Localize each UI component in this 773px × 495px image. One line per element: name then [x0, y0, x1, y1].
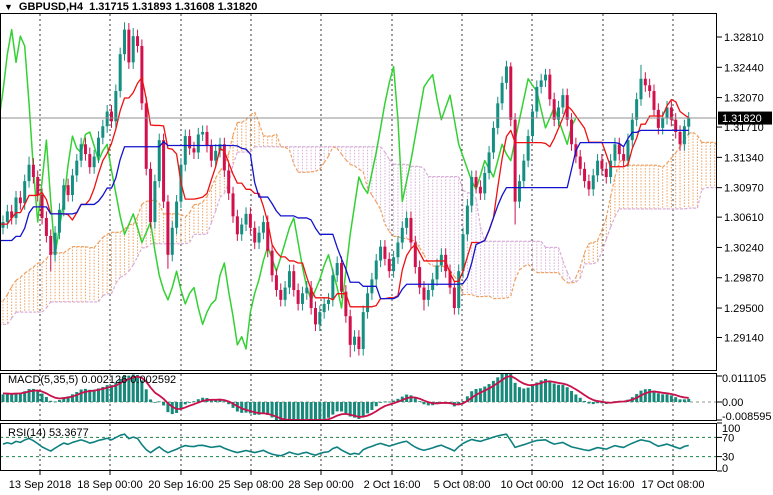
svg-text:18 Sep 00:00: 18 Sep 00:00 [77, 479, 142, 491]
svg-text:1.29140: 1.29140 [724, 333, 764, 345]
svg-text:2 Oct 16:00: 2 Oct 16:00 [364, 479, 421, 491]
svg-text:-0.008595: -0.008595 [722, 411, 772, 423]
svg-text:1.32810: 1.32810 [724, 32, 764, 44]
svg-text:1.29870: 1.29870 [724, 273, 764, 285]
svg-text:1.30240: 1.30240 [724, 242, 764, 254]
svg-text:17 Oct 08:00: 17 Oct 08:00 [642, 479, 705, 491]
svg-text:0: 0 [722, 463, 728, 475]
svg-text:10 Oct 00:00: 10 Oct 00:00 [501, 479, 564, 491]
chart-window: 1.328101.324401.320701.317101.313401.309… [0, 0, 773, 495]
svg-text:1.29500: 1.29500 [724, 303, 764, 315]
svg-text:1.30610: 1.30610 [724, 212, 764, 224]
svg-text:5 Oct 08:00: 5 Oct 08:00 [434, 479, 491, 491]
svg-text:1.32440: 1.32440 [724, 62, 764, 74]
svg-text:25 Sep 08:00: 25 Sep 08:00 [218, 479, 283, 491]
svg-text:13 Sep 2018: 13 Sep 2018 [9, 479, 71, 491]
price-chart-canvas[interactable]: 1.328101.324401.320701.317101.313401.309… [0, 0, 773, 495]
svg-text:30: 30 [722, 452, 734, 464]
svg-text:0.00: 0.00 [722, 397, 743, 409]
svg-text:1.30970: 1.30970 [724, 183, 764, 195]
svg-text:1.31820: 1.31820 [722, 113, 762, 125]
svg-text:1.31340: 1.31340 [724, 152, 764, 164]
svg-text:28 Sep 00:00: 28 Sep 00:00 [288, 479, 353, 491]
svg-text:70: 70 [722, 432, 734, 444]
symbol-dropdown-icon[interactable]: ▼ [4, 1, 13, 13]
svg-text:1.32070: 1.32070 [724, 93, 764, 105]
svg-text:0.011105: 0.011105 [722, 373, 766, 385]
svg-text:12 Oct 16:00: 12 Oct 16:00 [572, 479, 635, 491]
svg-text:20 Sep 16:00: 20 Sep 16:00 [148, 479, 213, 491]
